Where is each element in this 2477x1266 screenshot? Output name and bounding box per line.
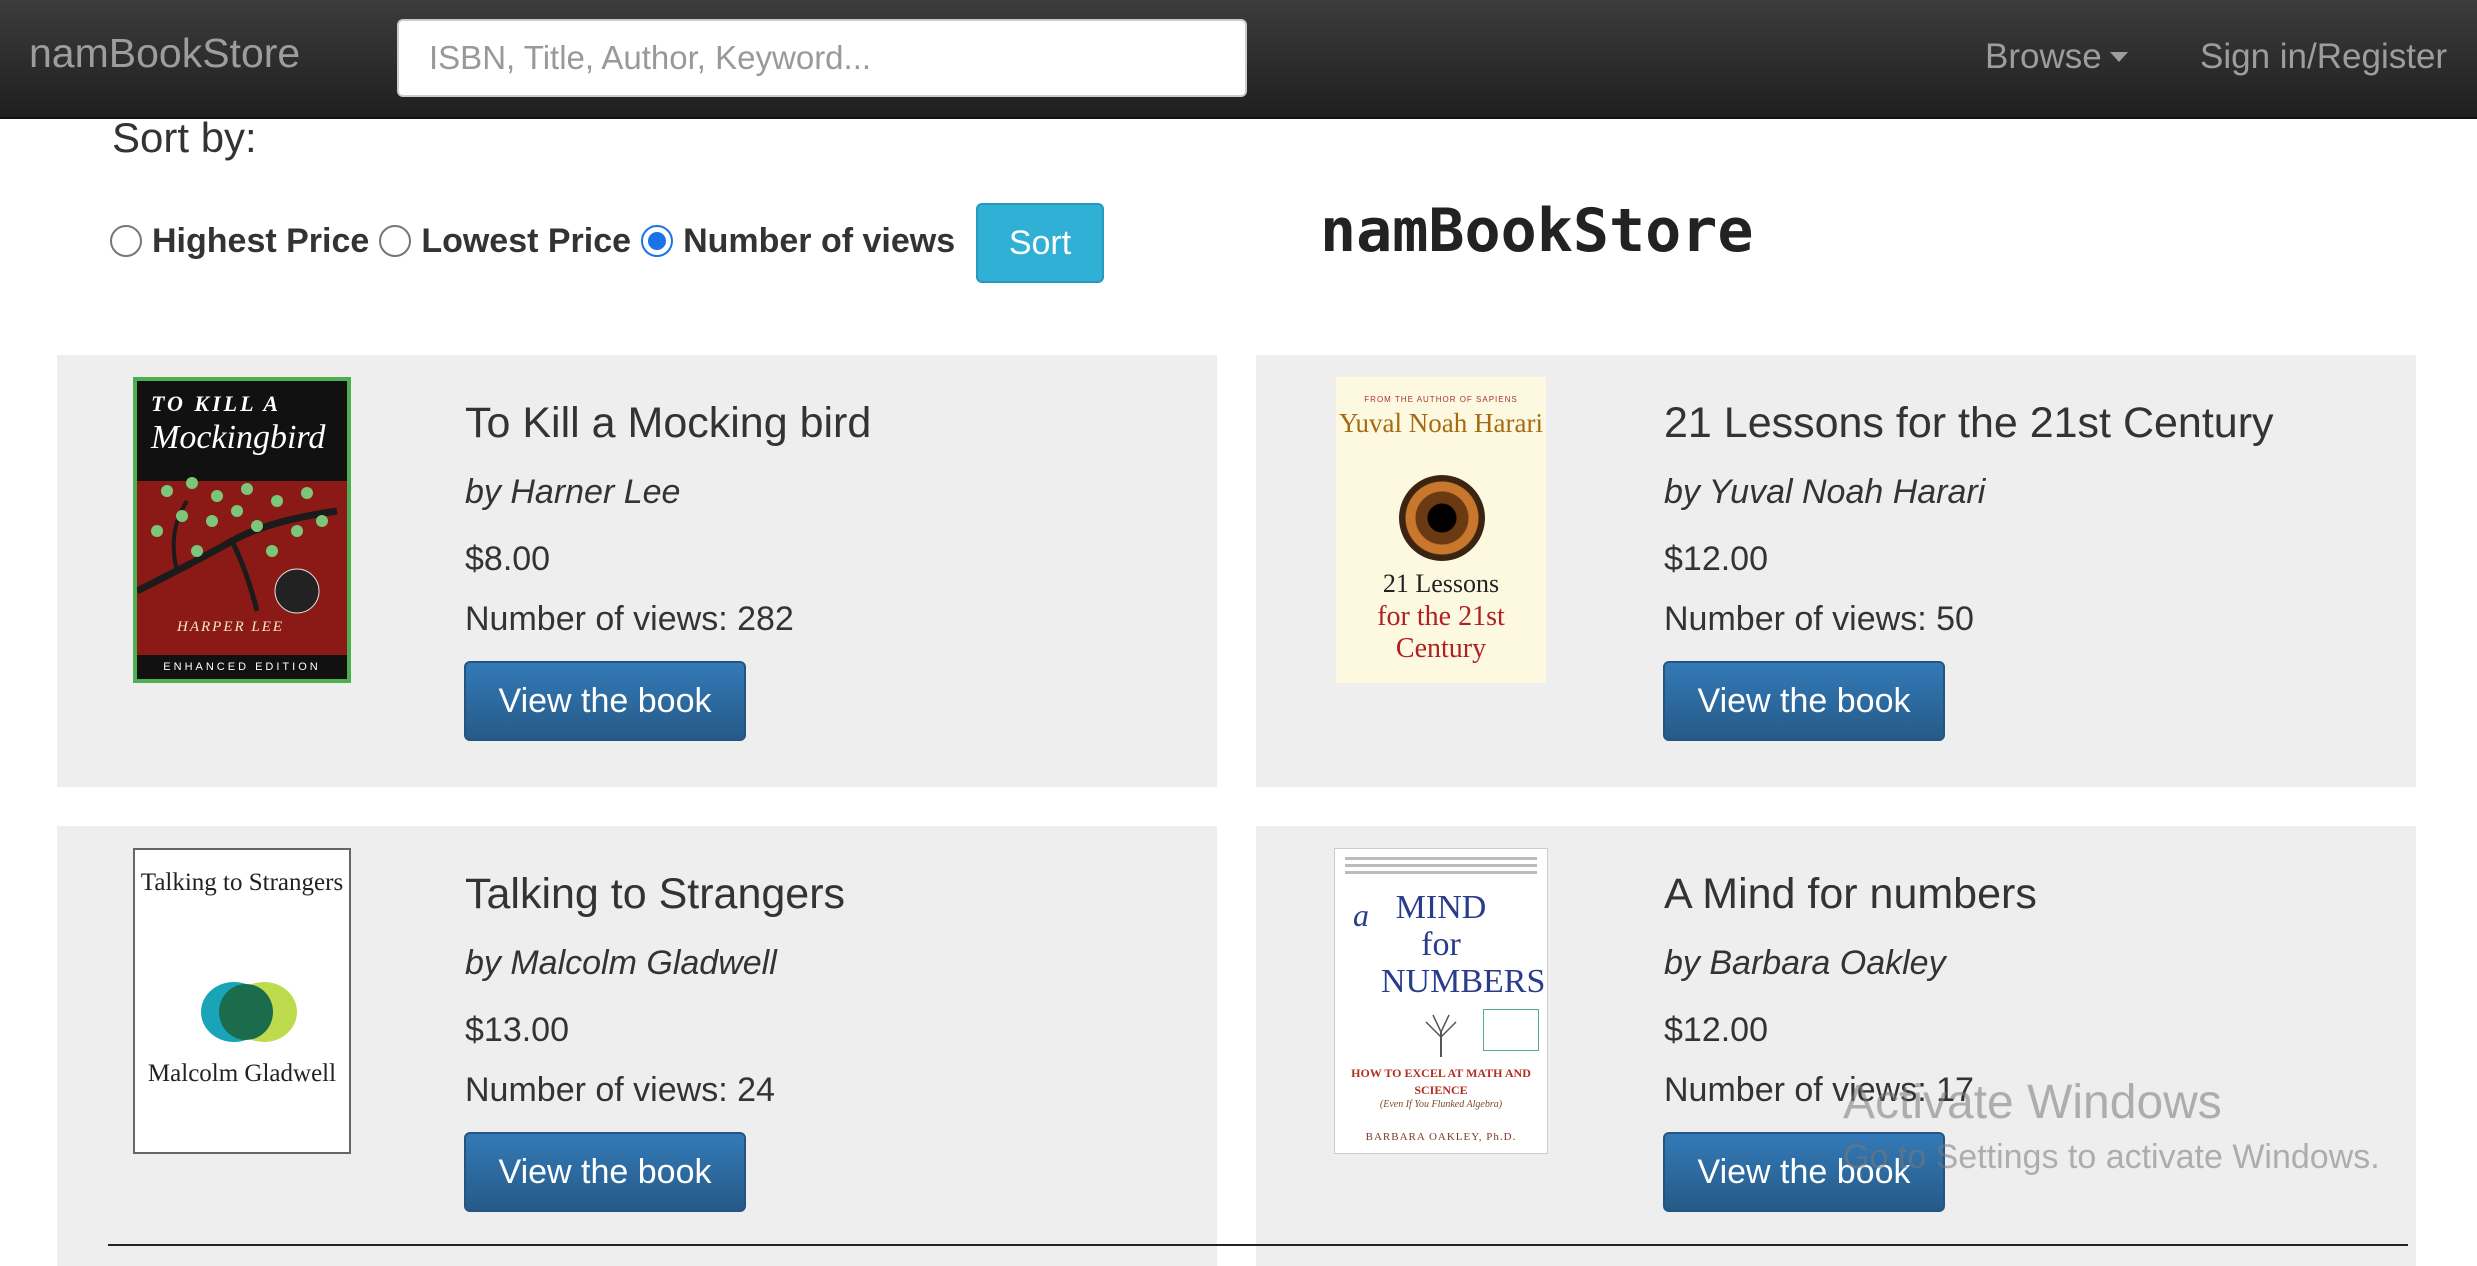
book-card: FROM THE AUTHOR OF SAPIENS Yuval Noah Ha…: [1256, 355, 2416, 787]
book-cover-image[interactable]: Talking to Strangers Malcolm Gladwell: [133, 848, 351, 1154]
sort-by-heading: Sort by:: [112, 114, 257, 161]
book-title: To Kill a Mocking bird: [465, 399, 872, 447]
book-price: $12.00: [1664, 540, 1768, 578]
caret-down-icon: [2109, 52, 2128, 62]
browse-label: Browse: [1985, 37, 2102, 76]
radio-lowest-price[interactable]: [379, 225, 412, 257]
book-author: by Harner Lee: [465, 473, 681, 511]
book-title: Talking to Strangers: [465, 870, 846, 918]
book-author: by Malcolm Gladwell: [465, 944, 777, 982]
view-book-button[interactable]: View the book: [464, 661, 746, 741]
book-card: a MIND for NUMBERS HOW TO EXCEL AT MATH …: [1256, 826, 2416, 1266]
book-title: A Mind for numbers: [1664, 870, 2037, 918]
sort-options: Highest Price Lowest Price Number of vie…: [110, 218, 965, 264]
book-views: Number of views: 24: [465, 1071, 775, 1109]
book-cover-image[interactable]: FROM THE AUTHOR OF SAPIENS Yuval Noah Ha…: [1336, 377, 1546, 683]
bottom-divider: [108, 1244, 2408, 1246]
book-price: $13.00: [465, 1011, 569, 1049]
activate-windows-watermark: Activate Windows: [1843, 1076, 2222, 1129]
book-views: Number of views: 50: [1664, 600, 1974, 638]
sort-button[interactable]: Sort: [976, 203, 1104, 283]
radio-label-highest-price: Highest Price: [152, 221, 370, 260]
book-price: $12.00: [1664, 1011, 1768, 1049]
book-author: by Yuval Noah Harari: [1664, 473, 1986, 511]
page-title: namBookStore: [1320, 196, 1754, 266]
browse-dropdown[interactable]: Browse: [1985, 37, 2128, 77]
book-cover-image[interactable]: TO KILL A Mockingbird HARPER LEE ENHANCE…: [133, 377, 351, 683]
activate-windows-hint: Go to Settings to activate Windows.: [1843, 1138, 2380, 1176]
signin-register-link[interactable]: Sign in/Register: [2200, 37, 2447, 77]
brand-link[interactable]: namBookStore: [29, 30, 300, 77]
radio-label-lowest-price: Lowest Price: [421, 221, 632, 260]
top-navbar: namBookStore Browse Sign in/Register: [0, 0, 2477, 119]
search-input[interactable]: [397, 19, 1247, 97]
book-card: Talking to Strangers Malcolm Gladwell Ta…: [57, 826, 1217, 1266]
eye-icon: [1399, 475, 1485, 561]
book-author: by Barbara Oakley: [1664, 944, 1946, 982]
book-cover-image[interactable]: a MIND for NUMBERS HOW TO EXCEL AT MATH …: [1334, 848, 1548, 1154]
view-book-button[interactable]: View the book: [464, 1132, 746, 1212]
radio-highest-price[interactable]: [110, 225, 142, 257]
book-title: 21 Lessons for the 21st Century: [1664, 399, 2274, 447]
book-price: $8.00: [465, 540, 551, 578]
book-views: Number of views: 282: [465, 600, 794, 638]
view-book-button[interactable]: View the book: [1663, 661, 1945, 741]
book-card: TO KILL A Mockingbird HARPER LEE ENHANCE…: [57, 355, 1217, 787]
radio-label-number-of-views: Number of views: [683, 221, 956, 260]
radio-number-of-views[interactable]: [641, 225, 674, 257]
